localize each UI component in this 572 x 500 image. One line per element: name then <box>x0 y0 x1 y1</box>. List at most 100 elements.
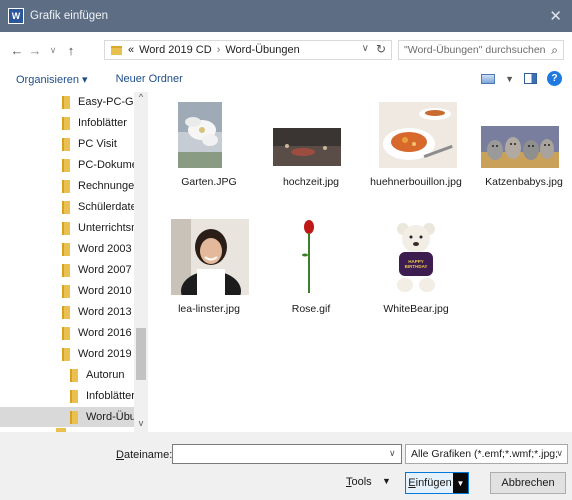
sidebar-item[interactable]: Unterrichtsm <box>62 218 140 238</box>
help-icon[interactable]: ? <box>547 71 562 86</box>
search-icon[interactable]: ⌕ <box>551 43 558 58</box>
scroll-up-icon[interactable]: ^ <box>134 92 148 106</box>
folder-icon <box>62 284 70 298</box>
breadcrumb-separator-icon[interactable]: › <box>217 44 221 56</box>
sidebar-item[interactable]: Word 2003 ( <box>62 239 138 259</box>
word-app-icon: W <box>8 8 24 24</box>
bear-shirt-text: HAPPY BIRTHDAY <box>404 259 428 269</box>
sidebar-item[interactable]: Word 2016 ( <box>62 323 138 343</box>
sidebar-item-label: Schülerdate <box>78 201 137 213</box>
organize-button[interactable]: Organisieren ▾ <box>16 73 88 86</box>
whitebear-thumbnail: HAPPY BIRTHDAY <box>385 219 447 295</box>
folder-icon <box>62 158 70 172</box>
scroll-down-icon[interactable]: v <box>134 418 148 432</box>
folder-icon <box>62 116 70 130</box>
sidebar-item[interactable]: Word 2019 ( <box>62 344 138 364</box>
file-item[interactable]: HAPPY BIRTHDAY WhiteBear.jpg <box>368 219 464 319</box>
folder-icon <box>62 242 70 256</box>
sidebar-item-label: Word 2019 ( <box>78 348 139 360</box>
folder-icon <box>70 389 78 403</box>
sidebar-item[interactable]: Word 2007 ( <box>62 260 138 280</box>
scroll-thumb[interactable] <box>136 328 146 380</box>
sidebar-item-label: Autorun <box>86 369 125 381</box>
breadcrumb[interactable]: « Word 2019 CD › Word-Übungen ∨ ↻ <box>104 40 392 60</box>
folder-icon <box>62 263 70 277</box>
insert-button[interactable]: Einfügen ▼ <box>405 472 469 494</box>
sidebar-item[interactable]: Autorun <box>70 365 125 385</box>
recent-locations-chevron-icon[interactable]: ∨ <box>44 45 62 56</box>
preview-pane-icon[interactable] <box>524 73 537 84</box>
insert-options-chevron-icon[interactable]: ▼ <box>453 473 468 493</box>
filename-label-accesskey: D <box>116 449 124 461</box>
sidebar-item-label: PC-Dokume <box>78 159 138 171</box>
close-icon[interactable]: ✕ <box>549 7 562 25</box>
sidebar-item-selected[interactable]: Word-Übu <box>0 407 136 427</box>
refresh-icon[interactable]: ↻ <box>376 42 386 56</box>
cancel-button[interactable]: Abbrechen <box>490 472 566 494</box>
back-arrow-icon[interactable]: ← <box>8 43 26 58</box>
tools-label: ools <box>351 476 372 488</box>
sidebar-item-label: PC Visit <box>78 138 117 150</box>
file-name: Garten.JPG <box>181 176 237 188</box>
file-name: lea-linster.jpg <box>178 303 240 315</box>
sidebar-item[interactable]: Infoblätter <box>70 386 135 406</box>
breadcrumb-overflow[interactable]: « <box>128 44 134 56</box>
chevron-down-icon[interactable]: ∨ <box>556 448 563 459</box>
filename-input[interactable] <box>172 444 402 464</box>
forward-arrow-icon[interactable]: → <box>26 43 44 58</box>
folder-icon <box>62 305 70 319</box>
chevron-down-icon[interactable]: ▼ <box>382 476 391 486</box>
sidebar-item[interactable]: Infoblätter <box>62 113 127 133</box>
folder-icon <box>62 137 70 151</box>
breadcrumb-item[interactable]: Word-Übungen <box>225 44 299 56</box>
file-name: WhiteBear.jpg <box>383 303 449 315</box>
filetype-select[interactable]: Alle Grafiken (*.emf;*.wmf;*.jpg; ∨ <box>405 444 568 464</box>
sidebar-item-label: Infoblätter <box>86 390 135 402</box>
sidebar-item-label: Rechnunger <box>78 180 138 192</box>
sidebar-item-label: Word 2016 ( <box>78 327 139 339</box>
hochzeit-thumbnail <box>273 128 341 166</box>
folder-icon <box>62 95 70 109</box>
navigation-pane: Easy-PC-Gat Infoblätter PC Visit PC-Doku… <box>0 92 148 432</box>
sidebar-item[interactable]: Word 2010 ( <box>62 281 138 301</box>
sidebar-item[interactable]: PC-Dokume <box>62 155 138 175</box>
file-item[interactable]: Katzenbabys.jpg <box>476 102 572 188</box>
sidebar-item[interactable]: Schülerdate <box>62 197 137 217</box>
lea-linster-thumbnail <box>171 219 249 295</box>
filetype-value: Alle Grafiken (*.emf;*.wmf;*.jpg; <box>411 448 559 460</box>
change-view-icon[interactable] <box>481 73 496 84</box>
sidebar-item[interactable]: Word 2013 ( <box>62 302 138 322</box>
folder-icon <box>62 200 70 214</box>
chevron-down-icon[interactable]: ∨ <box>362 43 369 54</box>
search-input[interactable]: "Word-Übungen" durchsuchen ⌕ <box>398 40 564 60</box>
up-arrow-icon[interactable]: ↑ <box>62 43 80 58</box>
breadcrumb-item[interactable]: Word 2019 CD <box>139 44 212 56</box>
sidebar-item[interactable]: Easy-PC-Gat <box>62 92 143 112</box>
katzenbabys-thumbnail <box>481 126 559 168</box>
title-bar: W Grafik einfügen ✕ <box>0 0 572 32</box>
file-item[interactable]: Rose.gif <box>263 219 359 319</box>
garten-thumbnail <box>178 102 222 168</box>
sidebar-item-label: Word-Übu <box>86 411 136 423</box>
chevron-down-icon[interactable]: ▼ <box>505 74 514 84</box>
insert-accesskey: E <box>408 477 416 489</box>
file-item[interactable]: hochzeit.jpg <box>263 102 359 188</box>
file-item[interactable]: huehnerbouillon.jpg <box>368 102 464 198</box>
chevron-down-icon[interactable]: ∨ <box>389 448 396 459</box>
command-bar: Organisieren ▾ Neuer Ordner ▼ ? <box>0 68 572 90</box>
sidebar-item[interactable]: PC Visit <box>62 134 117 154</box>
folder-icon <box>62 326 70 340</box>
folder-icon <box>62 179 70 193</box>
new-folder-button[interactable]: Neuer Ordner <box>116 73 183 85</box>
file-item[interactable]: Garten.JPG <box>161 102 257 188</box>
folder-icon <box>70 368 78 382</box>
folder-icon <box>62 347 70 361</box>
tools-button[interactable]: Tools <box>346 476 372 488</box>
huehnerbouillon-thumbnail <box>379 102 457 168</box>
filename-label-text: ateiname: <box>123 449 173 461</box>
navigation-scrollbar[interactable]: ^ v <box>134 92 148 432</box>
file-item[interactable]: lea-linster.jpg <box>161 219 257 319</box>
folder-icon <box>111 45 122 55</box>
insert-label: infügen <box>415 477 452 489</box>
sidebar-item[interactable]: Rechnunger <box>62 176 138 196</box>
